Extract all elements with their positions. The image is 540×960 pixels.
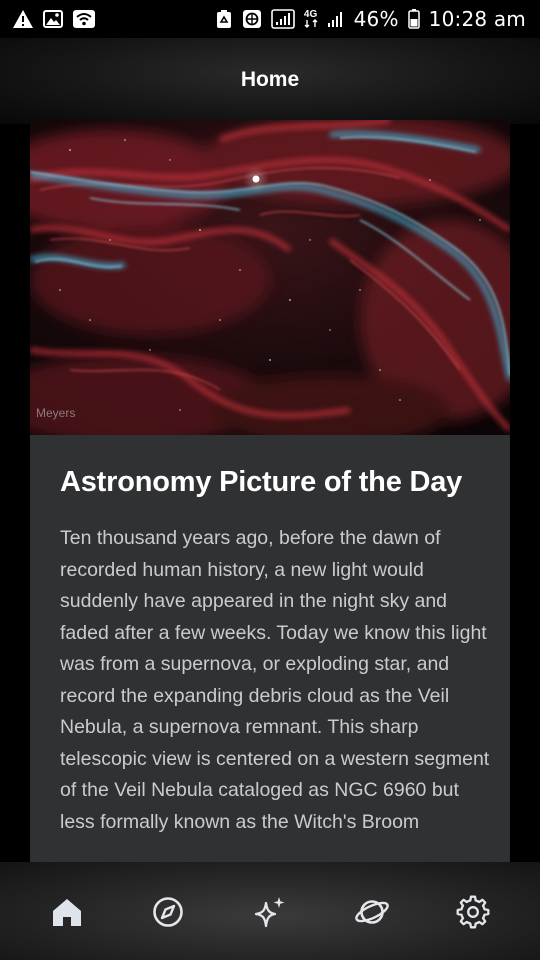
status-right: 4G 46% 10:28 am [215,7,526,31]
signal-weak-icon [327,10,345,28]
page-title: Home [240,68,300,91]
card-title: Astronomy Picture of the Day [60,466,463,498]
image-icon [43,10,63,28]
nav-planets[interactable] [340,880,404,944]
battery-icon [407,9,420,29]
sync-icon [242,9,262,29]
status-left [12,9,96,29]
nav-discover[interactable] [238,880,302,944]
status-bar: 4G 46% 10:28 am [0,0,540,38]
warning-icon [12,9,34,29]
nav-explore[interactable] [136,880,200,944]
gear-icon [456,895,490,929]
clock: 10:28 am [428,7,526,31]
bottom-nav [0,862,540,960]
recycle-icon [215,9,233,29]
apod-card[interactable]: Meyers Astronomy Picture of the Day Ten … [30,120,510,880]
network-label: 4G [303,9,318,20]
image-credit: Meyers [36,406,75,420]
4g-icon: 4G [304,10,318,28]
compass-icon [153,897,184,927]
planet-icon [354,900,389,924]
battery-percent: 46% [353,7,399,31]
wifi-icon [72,9,96,29]
nav-settings[interactable] [441,880,505,944]
signal-icon [270,9,295,29]
nav-home[interactable] [35,880,99,944]
app-header: Home [0,38,540,124]
sparkle-icon [254,897,285,928]
card-description: Ten thousand years ago, before the dawn … [60,527,490,833]
apod-image[interactable]: Meyers [30,120,510,435]
home-icon [52,899,81,926]
